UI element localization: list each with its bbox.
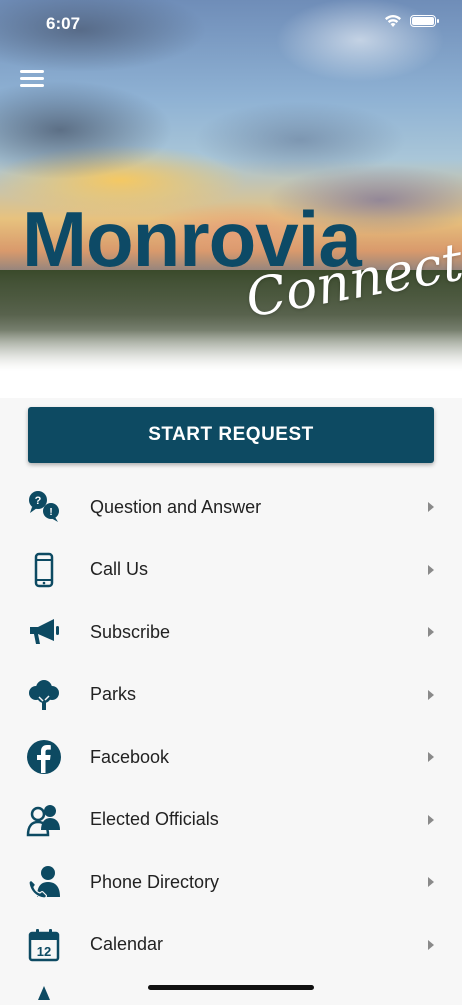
- menu-item-question-and-answer[interactable]: ? ! Question and Answer: [0, 476, 462, 539]
- megaphone-icon: [26, 614, 62, 650]
- chevron-right-icon: [428, 877, 434, 888]
- menu-item-label: Call Us: [90, 559, 149, 580]
- menu-item-label: Phone Directory: [90, 871, 220, 892]
- status-time: 6:07: [46, 14, 81, 33]
- menu-item-label: Subscribe: [90, 621, 171, 642]
- menu-item-label: Question and Answer: [90, 496, 262, 517]
- start-request-button[interactable]: START REQUEST: [28, 407, 434, 463]
- tree-icon: [26, 677, 62, 713]
- question-answer-icon: ? !: [26, 489, 62, 525]
- chevron-right-icon: [428, 752, 434, 763]
- menu-item-label: Facebook: [90, 746, 170, 767]
- menu-item-call-us[interactable]: Call Us: [0, 539, 462, 602]
- home-indicator[interactable]: [148, 985, 314, 990]
- menu-item-phone-directory[interactable]: Phone Directory: [0, 851, 462, 914]
- svg-text:12: 12: [37, 944, 51, 959]
- officials-icon: [26, 802, 62, 838]
- battery-icon: [410, 15, 439, 27]
- phone-directory-icon: [26, 864, 62, 900]
- chevron-right-icon: [428, 627, 434, 638]
- chevron-right-icon: [428, 689, 434, 700]
- partial-next-item-icon: [36, 986, 52, 1005]
- menu-item-elected-officials[interactable]: Elected Officials: [0, 789, 462, 852]
- menu-item-label: Elected Officials: [90, 809, 219, 830]
- menu-item-subscribe[interactable]: Subscribe: [0, 601, 462, 664]
- chevron-right-icon: [428, 814, 434, 825]
- status-icons: [384, 14, 439, 28]
- hero-banner: Monrovia Connect: [0, 0, 462, 398]
- svg-text:!: !: [49, 507, 52, 518]
- hamburger-menu-icon[interactable]: [20, 70, 44, 90]
- chevron-right-icon: [428, 564, 434, 575]
- chevron-right-icon: [428, 502, 434, 513]
- phone-icon: [26, 552, 62, 588]
- menu-item-facebook[interactable]: Facebook: [0, 726, 462, 789]
- hero-fade: [0, 330, 462, 398]
- wifi-icon: [385, 15, 401, 27]
- menu-item-label: Calendar: [90, 934, 164, 955]
- menu-item-calendar[interactable]: 12 Calendar: [0, 914, 462, 977]
- menu-list: ? ! Question and Answer Call Us Subscrib…: [0, 476, 462, 976]
- menu-item-label: Parks: [90, 684, 137, 705]
- svg-text:?: ?: [35, 495, 42, 507]
- facebook-icon: [26, 739, 62, 775]
- menu-item-parks[interactable]: Parks: [0, 664, 462, 727]
- chevron-right-icon: [428, 939, 434, 950]
- calendar-icon: 12: [26, 927, 62, 963]
